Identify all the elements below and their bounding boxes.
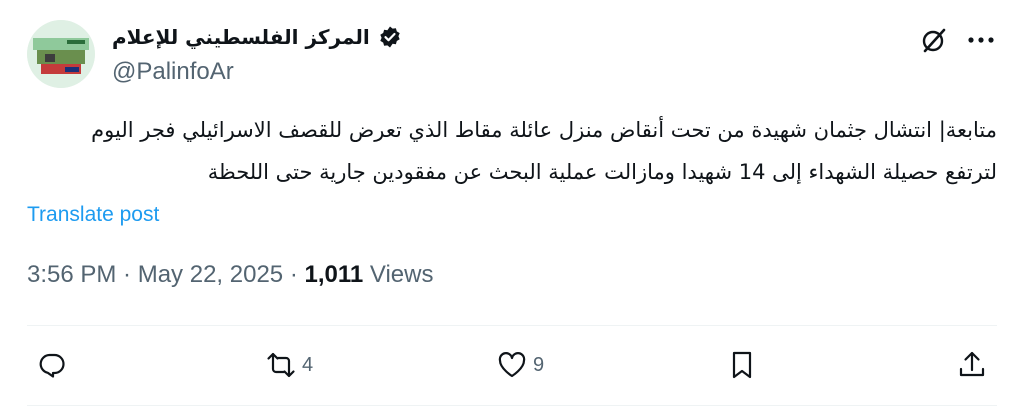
translate-post-link[interactable]: Translate post bbox=[27, 203, 159, 227]
repost-icon bbox=[267, 352, 295, 378]
more-icon bbox=[968, 37, 994, 43]
verified-badge-icon bbox=[380, 26, 400, 48]
views-label: Views bbox=[369, 261, 434, 288]
tweet-meta: 3:56 PM · May 22, 2025 · 1,011 Views bbox=[27, 261, 433, 289]
author-handle[interactable]: @PalinfoAr bbox=[112, 58, 234, 86]
meta-separator: · bbox=[283, 261, 305, 288]
reply-button[interactable] bbox=[37, 350, 67, 380]
divider bbox=[27, 325, 997, 326]
repost-count: 4 bbox=[302, 353, 314, 376]
share-button[interactable] bbox=[957, 350, 987, 380]
tweet-text-line-2: لترتفع حصيلة الشهداء إلى 14 شهيدا ومازال… bbox=[207, 160, 997, 184]
avatar[interactable] bbox=[27, 20, 95, 88]
like-button[interactable]: 9 bbox=[497, 350, 544, 380]
meta-space bbox=[363, 261, 370, 288]
like-count: 9 bbox=[533, 353, 545, 376]
author-display-name[interactable]: المركز الفلسطيني للإعلام bbox=[112, 25, 370, 49]
grok-icon bbox=[922, 28, 946, 53]
more-options-button[interactable] bbox=[965, 26, 997, 54]
heart-icon bbox=[498, 352, 526, 378]
tweet-time[interactable]: 3:56 PM bbox=[27, 261, 116, 288]
palinfo-logo-icon bbox=[27, 20, 95, 88]
views-count: 1,011 bbox=[304, 261, 364, 288]
reply-icon bbox=[39, 353, 65, 378]
tweet-date[interactable]: May 22, 2025 bbox=[138, 261, 283, 288]
bookmark-icon bbox=[732, 351, 752, 379]
meta-separator: · bbox=[116, 261, 138, 288]
grok-button[interactable] bbox=[920, 26, 948, 54]
repost-button[interactable]: 4 bbox=[266, 350, 313, 380]
bookmark-button[interactable] bbox=[727, 350, 757, 380]
author-name-row[interactable]: المركز الفلسطيني للإعلام bbox=[112, 22, 402, 52]
tweet-text-line-1: متابعة| انتشال جثمان شهيدة من تحت أنقاض … bbox=[91, 118, 997, 142]
share-icon bbox=[959, 351, 985, 377]
